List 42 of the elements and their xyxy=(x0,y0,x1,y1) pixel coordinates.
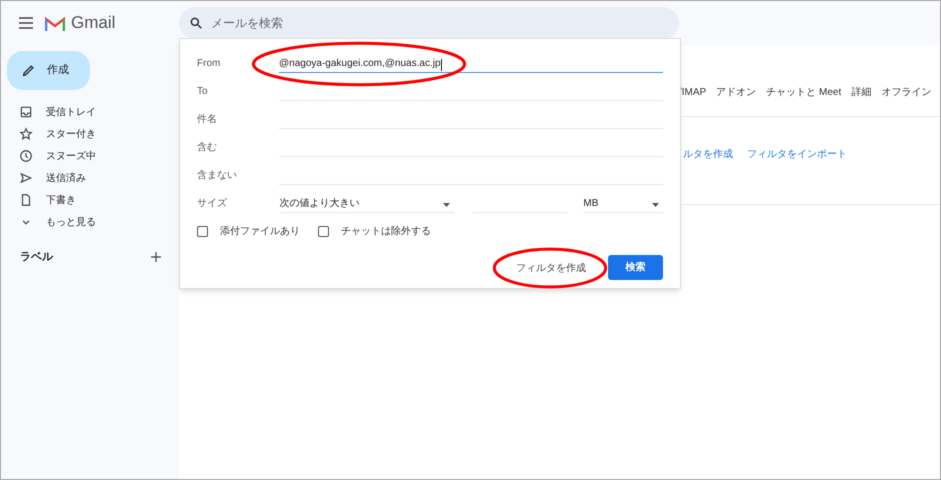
plus-icon[interactable] xyxy=(151,252,161,262)
field-label: 含まない xyxy=(197,168,238,182)
field-label: 件名 xyxy=(197,112,218,126)
size-unit-select[interactable]: MB xyxy=(583,193,663,213)
filter-link[interactable]: ルタを作成 xyxy=(683,147,733,162)
settings-tab[interactable]: チャットと Meet xyxy=(766,85,842,100)
document-icon xyxy=(19,193,33,207)
send-icon xyxy=(19,171,33,185)
dropdown-arrow-icon xyxy=(442,203,450,207)
labels-heading: ラベル xyxy=(20,250,53,265)
nav-item[interactable]: スター付き xyxy=(1,123,179,145)
pencil-icon xyxy=(22,64,35,77)
compose-button[interactable]: 作成 xyxy=(7,51,90,90)
checkbox-label: チャットは除外する xyxy=(341,224,431,238)
app-logo-text: Gmail xyxy=(71,12,116,34)
checkbox[interactable] xyxy=(318,226,329,236)
nav-item[interactable]: 送信済み xyxy=(1,167,179,189)
settings-tab[interactable]: アドオン xyxy=(716,85,756,100)
settings-tab[interactable]: オフライン xyxy=(881,85,932,100)
search-field[interactable]: メールを検索 xyxy=(179,7,679,39)
field-label: サイズ xyxy=(197,196,228,210)
checkbox[interactable] xyxy=(197,226,208,236)
input-field[interactable]: @nagoya-gakugei.com,@nuas.ac.jp xyxy=(279,53,663,73)
nav-item[interactable]: 受信トレイ xyxy=(1,101,179,123)
field-label: 含む xyxy=(197,140,218,154)
envelope-logo-icon xyxy=(45,16,65,30)
size-comparison-select[interactable]: 次の値より大きい xyxy=(280,193,454,213)
checkbox-label: 添付ファイルあり xyxy=(220,224,300,238)
dropdown-arrow-icon xyxy=(652,203,659,207)
clock-icon xyxy=(19,149,33,163)
filter-link[interactable]: フィルタをインポート xyxy=(747,147,847,162)
star-icon xyxy=(19,127,33,141)
search-icon xyxy=(189,16,203,30)
nav-item[interactable]: もっと見る xyxy=(1,211,179,233)
field-label: From xyxy=(197,56,222,70)
search-button[interactable]: 検索 xyxy=(608,255,663,280)
field-label: To xyxy=(197,84,209,98)
inbox-icon xyxy=(19,105,33,119)
nav-item[interactable]: スヌーズ中 xyxy=(1,145,179,167)
settings-tab[interactable]: 詳細 xyxy=(851,85,872,100)
menu-icon[interactable] xyxy=(19,17,33,29)
nav-item[interactable]: 下書き xyxy=(1,189,179,211)
